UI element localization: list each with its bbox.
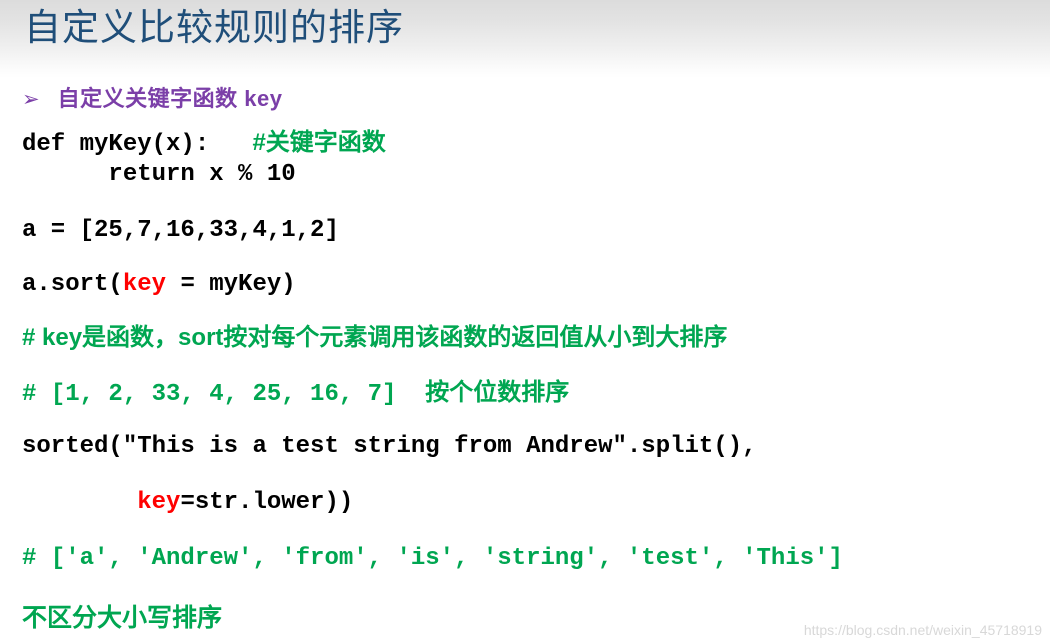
bullet-item-label: 自定义关键字函数 key — [57, 86, 283, 111]
page-title: 自定义比较规则的排序 — [24, 7, 404, 48]
code-token: #关键字函数 — [252, 129, 386, 156]
code-token: key — [137, 489, 181, 516]
code-line-comment-sorted-result: # [1, 2, 33, 4, 25, 16, 7] 按个位数排序 — [22, 378, 569, 410]
code-token: 按个位数排序 — [425, 379, 570, 406]
code-token: =str.lower)) — [180, 489, 354, 516]
code-line-a-sort-key: a.sort(key = myKey) — [22, 270, 296, 300]
code-token: # ['a', 'Andrew', 'from', 'is', 'string'… — [22, 545, 843, 572]
code-line-comment-key-explain: # key是函数，sort按对每个元素调用该函数的返回值从小到大排序 — [22, 323, 727, 355]
slide-canvas: 自定义比较规则的排序 ➢ 自定义关键字函数 key def myKey(x): … — [0, 0, 1050, 643]
code-token: sorted("This is a test string from Andre… — [22, 433, 757, 460]
code-line-key-str-lower: key=str.lower)) — [22, 488, 353, 518]
code-token: def myKey(x): — [22, 131, 253, 158]
code-line-comment-words-result: # ['a', 'Andrew', 'from', 'is', 'string'… — [22, 544, 843, 574]
bottom-note-text: 不区分大小写排序 — [22, 604, 223, 632]
code-line-a-list-assign: a = [25,7,16,33,4,1,2] — [22, 216, 339, 246]
arrow-bullet-icon: ➢ — [22, 87, 40, 111]
code-token: key — [122, 271, 167, 298]
bullet-item-custom-key-function: ➢ 自定义关键字函数 key — [22, 84, 282, 114]
code-token: # key是函数，sort按对每个元素调用该函数的返回值从小到大排序 — [22, 324, 728, 351]
code-line-sorted-split-call: sorted("This is a test string from Andre… — [22, 432, 757, 462]
code-token: return x % 10 — [22, 161, 296, 188]
code-line-def-mykey: def myKey(x): #关键字函数 — [22, 128, 386, 160]
code-token: # [1, 2, 33, 4, 25, 16, 7] — [22, 381, 426, 408]
code-token: a = [25,7,16,33,4,1,2] — [22, 217, 339, 244]
code-token: a.sort( — [22, 271, 123, 298]
code-line-return-x-mod-10: return x % 10 — [22, 160, 296, 190]
watermark-url: https://blog.csdn.net/weixin_45718919 — [803, 622, 1042, 638]
code-token: = myKey) — [166, 271, 296, 298]
